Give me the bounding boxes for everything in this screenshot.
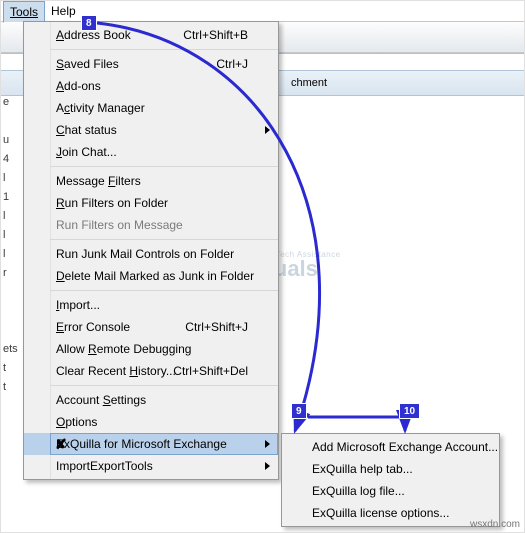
- callout-10: 10: [399, 403, 420, 419]
- menu-tools[interactable]: Tools: [3, 1, 45, 23]
- menu-item-join-chat[interactable]: Join Chat...: [50, 141, 278, 163]
- menu-item-allow-remote-debugging[interactable]: Allow Remote Debugging: [50, 338, 278, 360]
- menu-item-import[interactable]: Import...: [50, 294, 278, 316]
- submenu-arrow-icon: [265, 462, 270, 470]
- menu-item-run-filters-on-folder[interactable]: Run Filters on Folder: [50, 192, 278, 214]
- menu-item-importexporttools[interactable]: ImportExportTools: [50, 455, 278, 477]
- menu-item-run-filters-on-message: Run Filters on Message: [50, 214, 278, 236]
- exquilla-icon: [55, 436, 71, 452]
- callout-9: 9: [291, 403, 307, 419]
- menu-item-add-ons[interactable]: Add-ons: [50, 75, 278, 97]
- menu-item-clear-recent-history[interactable]: Clear Recent History...Ctrl+Shift+Del: [50, 360, 278, 382]
- submenu-item-exquilla-help-tab[interactable]: ExQuilla help tab...: [306, 458, 499, 480]
- exquilla-submenu: Add Microsoft Exchange Account...ExQuill…: [281, 433, 500, 527]
- partial-text-strip: eu4l1lllretstt: [3, 93, 9, 397]
- submenu-arrow-icon: [265, 440, 270, 448]
- menu-item-account-settings[interactable]: Account Settings: [50, 389, 278, 411]
- menu-help[interactable]: Help: [45, 1, 82, 21]
- menu-item-delete-mail-marked-as-junk-in-folder[interactable]: Delete Mail Marked as Junk in Folder: [50, 265, 278, 287]
- submenu-item-add-microsoft-exchange-account[interactable]: Add Microsoft Exchange Account...: [306, 436, 499, 458]
- callout-8: 8: [81, 15, 97, 31]
- menubar: Tools Help: [1, 1, 524, 21]
- submenu-item-exquilla-log-file[interactable]: ExQuilla log file...: [306, 480, 499, 502]
- menu-item-exquilla-for-microsoft-exchange[interactable]: ExQuilla for Microsoft Exchange: [50, 433, 278, 455]
- menu-item-saved-files[interactable]: Saved FilesCtrl+J: [50, 53, 278, 75]
- menu-item-chat-status[interactable]: Chat status: [50, 119, 278, 141]
- menu-item-options[interactable]: Options: [50, 411, 278, 433]
- menu-item-message-filters[interactable]: Message Filters: [50, 170, 278, 192]
- attachment-label: chment: [291, 77, 327, 89]
- menu-item-activity-manager[interactable]: Activity Manager: [50, 97, 278, 119]
- menu-item-error-console[interactable]: Error ConsoleCtrl+Shift+J: [50, 316, 278, 338]
- menu-item-run-junk-mail-controls-on-folder[interactable]: Run Junk Mail Controls on Folder: [50, 243, 278, 265]
- tools-dropdown: Address BookCtrl+Shift+BSaved FilesCtrl+…: [23, 21, 279, 480]
- credit: wsxdn.com: [470, 519, 520, 530]
- submenu-arrow-icon: [265, 126, 270, 134]
